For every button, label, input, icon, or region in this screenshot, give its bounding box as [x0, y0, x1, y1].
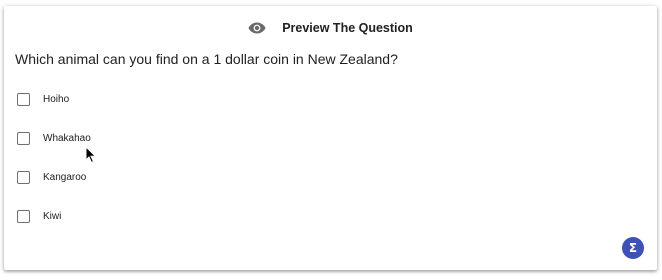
sigma-icon: Σ [628, 241, 638, 255]
question-text: Which animal can you find on a 1 dollar … [15, 51, 398, 67]
option-label: Whakahao [43, 133, 91, 144]
option-label: Kangaroo [43, 172, 87, 183]
preview-title: Preview The Question [282, 21, 413, 35]
question-preview-card: Preview The Question Which animal can yo… [4, 6, 657, 270]
checkbox[interactable] [17, 93, 30, 106]
mouse-cursor-icon [85, 146, 97, 164]
preview-header: Preview The Question [4, 18, 657, 38]
option-kiwi[interactable]: Kiwi [17, 197, 91, 236]
checkbox[interactable] [17, 171, 30, 184]
option-whakahao[interactable]: Whakahao [17, 119, 91, 158]
checkbox[interactable] [17, 132, 30, 145]
checkbox[interactable] [17, 210, 30, 223]
option-label: Kiwi [43, 211, 62, 222]
option-label: Hoiho [43, 94, 70, 105]
option-kangaroo[interactable]: Kangaroo [17, 158, 91, 197]
eye-icon [248, 22, 266, 34]
option-hoiho[interactable]: Hoiho [17, 80, 91, 119]
answer-options: Hoiho Whakahao Kangaroo Kiwi [17, 80, 91, 236]
sigma-button[interactable]: Σ [622, 237, 644, 259]
